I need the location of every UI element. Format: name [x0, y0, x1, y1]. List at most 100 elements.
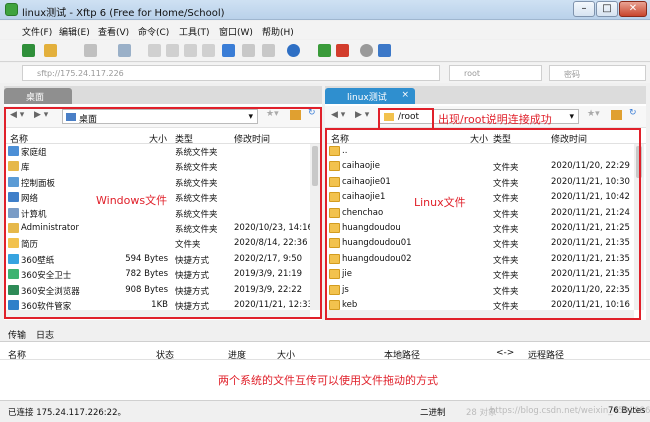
file-row[interactable]: 360壁纸 594 Bytes 快捷方式 2020/2/17, 9:50 [4, 252, 322, 267]
tab-transfer[interactable]: 传输 [8, 328, 26, 341]
tcol-direction[interactable]: <-> [496, 348, 514, 358]
menu-command[interactable]: 命令(C) [138, 25, 169, 38]
globe-icon[interactable] [287, 44, 300, 57]
back-icon[interactable]: ◀ ▾ [10, 110, 24, 120]
remote-vscroll[interactable] [634, 144, 644, 310]
tcol-status[interactable]: 状态 [156, 348, 174, 361]
paste-icon[interactable] [166, 44, 179, 57]
tab-linux[interactable]: linux测试 × [325, 88, 415, 104]
local-tabstrip: 桌面 [4, 86, 322, 104]
remote-forward-icon[interactable]: ▶ ▾ [355, 110, 369, 120]
disconnect-icon[interactable] [84, 44, 97, 57]
file-row[interactable]: 简历 文件夹 2020/8/14, 22:36 [4, 236, 322, 251]
file-row[interactable]: huangdoudou 文件夹 2020/11/21, 21:25 [325, 221, 646, 236]
host-input[interactable]: sftp://175.24.117.226 [22, 65, 440, 81]
user-input[interactable]: root [449, 65, 542, 81]
cell-name: 库 [21, 163, 30, 174]
copy-icon[interactable] [148, 44, 161, 57]
file-row[interactable]: caihaojie1 文件夹 2020/11/21, 10:42 [325, 190, 646, 205]
remote-bookmark-icon[interactable]: ★▾ [587, 109, 600, 119]
cell-name: 网络 [21, 194, 39, 205]
forward-icon[interactable]: ▶ ▾ [34, 110, 48, 120]
file-row[interactable]: caihaojie 文件夹 2020/11/20, 22:29 [325, 159, 646, 174]
menu-view[interactable]: 查看(V) [98, 25, 129, 38]
remote-folder-up-icon[interactable] [611, 110, 622, 120]
cell-name: 简历 [21, 240, 39, 251]
cell-type: 文件夹 [493, 194, 519, 205]
xshell-icon[interactable] [318, 44, 331, 57]
cell-type: 系统文件夹 [175, 148, 218, 158]
cell-size: 782 Bytes [125, 269, 168, 280]
chevron-down-icon[interactable]: ▾ [248, 112, 253, 122]
tab-log[interactable]: 日志 [36, 328, 54, 341]
menu-help[interactable]: 帮助(H) [262, 25, 294, 38]
local-vscroll[interactable] [310, 144, 320, 310]
remote-chevron-down-icon[interactable]: ▾ [569, 112, 574, 122]
menu-tools[interactable]: 工具(T) [179, 25, 210, 38]
cell-type: 系统文件夹 [175, 178, 218, 189]
folder-up-icon[interactable] [290, 110, 301, 120]
remote-vscroll-thumb[interactable] [636, 146, 642, 178]
minimize-button[interactable]: – [573, 1, 595, 17]
window-title: linux测试 - Xftp 6 (Free for Home/School) [22, 8, 225, 19]
cell-name: 360安全卫士 [21, 271, 72, 282]
tcol-name[interactable]: 名称 [8, 348, 26, 361]
cell-name: huangdoudou [342, 223, 401, 233]
file-row[interactable]: .. [325, 144, 646, 159]
tab-desktop[interactable]: 桌面 [4, 88, 72, 104]
file-icon [8, 146, 19, 156]
tcol-local-path[interactable]: 本地路径 [384, 348, 420, 361]
folder-icon [329, 253, 340, 264]
file-icon [8, 253, 19, 264]
transfer-icon[interactable] [242, 44, 255, 57]
new-folder-icon[interactable] [118, 44, 131, 57]
red-app-icon[interactable] [336, 44, 349, 57]
gear-icon[interactable] [360, 44, 373, 57]
file-row[interactable]: chenchao 文件夹 2020/11/21, 21:24 [325, 206, 646, 221]
file-row[interactable]: 控制面板 系统文件夹 [4, 175, 322, 190]
file-icon [8, 207, 19, 218]
file-row[interactable]: 360安全卫士 782 Bytes 快捷方式 2019/3/9, 21:19 [4, 267, 322, 282]
file-row[interactable]: 库 系统文件夹 [4, 159, 322, 174]
bookmark-icon[interactable]: ★▾ [266, 109, 279, 119]
file-row[interactable]: 家庭组 系统文件夹 [4, 144, 322, 159]
queue-icon[interactable] [262, 44, 275, 57]
close-tab-icon[interactable]: × [401, 90, 409, 100]
folder-icon [329, 223, 340, 233]
password-input[interactable]: 密码 [549, 65, 646, 81]
file-icon [8, 269, 19, 280]
menu-edit[interactable]: 编辑(E) [59, 25, 90, 38]
maximize-button[interactable]: □ [596, 1, 618, 17]
path-annotation: 出现/root说明连接成功 [438, 113, 552, 126]
sync-icon[interactable] [222, 44, 235, 57]
remote-path-text: /root [398, 112, 420, 122]
file-row[interactable]: caihaojie01 文件夹 2020/11/21, 10:30 [325, 175, 646, 190]
file-row[interactable]: Administrator 系统文件夹 2020/10/23, 14:16 [4, 221, 322, 236]
local-path-input[interactable]: 桌面 ▾ [62, 109, 258, 125]
remote-hscroll[interactable] [325, 310, 634, 318]
local-hscroll[interactable] [4, 310, 310, 318]
address-bar: sftp://175.24.117.226 root 密码 [0, 63, 650, 83]
tcol-size[interactable]: 大小 [277, 348, 295, 361]
close-button[interactable]: ✕ [619, 1, 647, 17]
file-row[interactable]: 360安全浏览器 908 Bytes 快捷方式 2019/3/9, 22:22 [4, 283, 322, 298]
help-icon[interactable] [378, 44, 391, 57]
file-row[interactable]: js 文件夹 2020/11/20, 22:35 [325, 283, 646, 298]
remote-back-icon[interactable]: ◀ ▾ [331, 110, 345, 120]
new-session-icon[interactable] [22, 44, 35, 57]
tcol-progress[interactable]: 进度 [228, 348, 246, 361]
open-folder-icon[interactable] [44, 44, 57, 57]
menu-file[interactable]: 文件(F) [22, 25, 52, 38]
file-row[interactable]: huangdoudou02 文件夹 2020/11/21, 21:35 [325, 252, 646, 267]
file-row[interactable]: huangdoudou01 文件夹 2020/11/21, 21:35 [325, 236, 646, 251]
cell-name: 360安全浏览器 [21, 286, 80, 297]
remote-refresh-icon[interactable]: ↻ [629, 108, 637, 118]
local-vscroll-thumb[interactable] [312, 146, 318, 186]
properties-icon[interactable] [184, 44, 197, 57]
delete-icon[interactable] [202, 44, 215, 57]
tcol-remote-path[interactable]: 远程路径 [528, 348, 564, 361]
menu-window[interactable]: 窗口(W) [219, 25, 253, 38]
cell-type: 快捷方式 [175, 271, 210, 282]
file-row[interactable]: jie 文件夹 2020/11/21, 21:35 [325, 267, 646, 282]
refresh-icon[interactable]: ↻ [308, 108, 316, 118]
